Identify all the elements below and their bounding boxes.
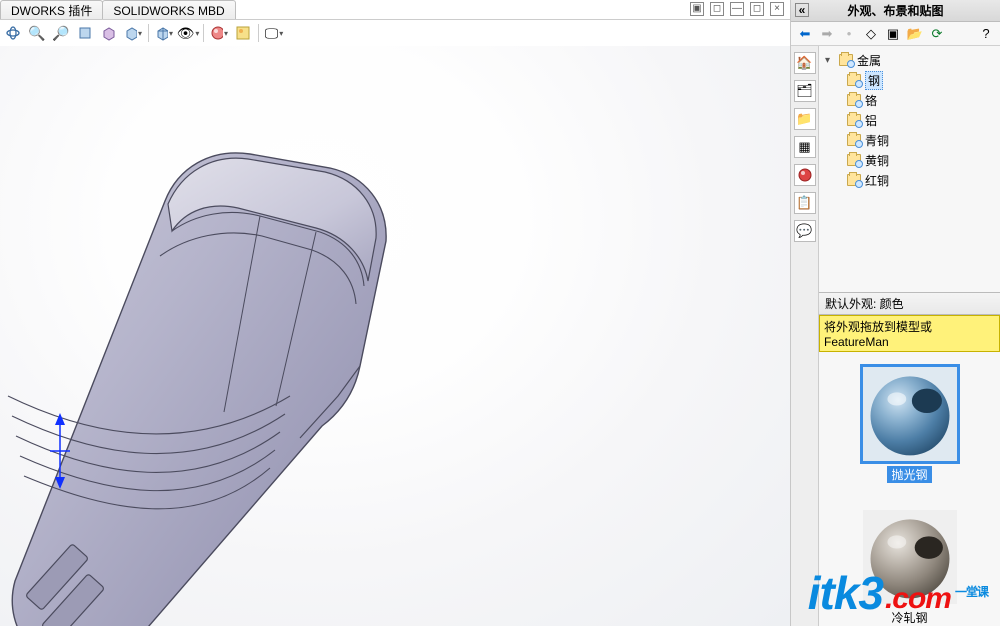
collapse-pane-icon[interactable]: « [795, 3, 809, 17]
nav-back-icon[interactable]: ⬅ [797, 26, 813, 42]
task-pane: « 外观、布景和贴图 ⬅ ➡ • ◇ ▣ 📂 ⟳ ? 🏠 🗂 📁 ▦ 📋 💬 ▾ [790, 0, 1000, 626]
watermark-com: .com [885, 582, 951, 616]
vtab-folder-icon[interactable]: 📁 [794, 108, 816, 130]
separator-icon [258, 24, 259, 42]
tree-label: 铝 [865, 112, 877, 129]
folder-icon [847, 174, 861, 186]
folder-icon [847, 134, 861, 146]
watermark-sub: 一堂课 [955, 583, 988, 600]
gallery-label: 抛光钢 [887, 466, 931, 483]
folder-icon [847, 154, 861, 166]
cube-icon[interactable]: ▣ [885, 26, 901, 42]
window-controls: ▣ ◻ — ◻ × [690, 2, 784, 16]
appearance-tree: ▾ 金属 钢 铬 铝 青铜 [819, 46, 1000, 292]
separator-icon [203, 24, 204, 42]
separator-icon [148, 24, 149, 42]
folder-icon [847, 114, 861, 126]
wc-minimize[interactable]: — [730, 2, 744, 16]
vtab-view-icon[interactable]: ▦ [794, 136, 816, 158]
render-icon[interactable]: 🖵▾ [265, 24, 283, 42]
sphere-icon [863, 364, 957, 464]
folder-open-icon[interactable]: 📂 [907, 26, 923, 42]
tree-item-aluminum[interactable]: 铝 [821, 110, 998, 130]
wc-close[interactable]: × [770, 2, 784, 16]
tab-mbd[interactable]: SOLIDWORKS MBD [102, 0, 235, 19]
tree-label: 钢 [865, 71, 883, 90]
tree-item-steel[interactable]: 钢 [821, 70, 998, 90]
vtab-home-icon[interactable]: 🏠 [794, 52, 816, 74]
tree-item-bronze[interactable]: 青铜 [821, 130, 998, 150]
vtab-library-icon[interactable]: 🗂 [794, 80, 816, 102]
vtab-props-icon[interactable]: 📋 [794, 192, 816, 214]
vtab-appearance-icon[interactable] [794, 164, 816, 186]
hide-show-icon[interactable]: 👁▾ [179, 24, 197, 42]
tree-label: 青铜 [865, 132, 889, 149]
watermark-main: itk3 [808, 566, 883, 620]
tree-label: 铬 [865, 92, 877, 109]
caret-down-icon: ▾ [825, 55, 835, 66]
tree-label: 金属 [857, 52, 881, 69]
scene-icon[interactable] [234, 24, 252, 42]
dimension-marker[interactable] [45, 411, 75, 491]
nav-forward-icon[interactable]: ➡ [819, 26, 835, 42]
gallery-item-polished-steel[interactable]: 抛光钢 [855, 364, 965, 483]
wc-1[interactable]: ▣ [690, 2, 704, 16]
taskpane-title-text: 外观、布景和贴图 [847, 2, 943, 19]
zoom-area-icon[interactable]: 🔎 [52, 24, 70, 42]
taskpane-title: « 外观、布景和贴图 [791, 0, 1000, 22]
wc-2[interactable]: ◻ [710, 2, 724, 16]
tab-plugins[interactable]: DWORKS 插件 [0, 0, 103, 19]
sep-dot-icon: • [841, 26, 857, 42]
wc-maximize[interactable]: ◻ [750, 2, 764, 16]
vtab-forum-icon[interactable]: 💬 [794, 220, 816, 242]
tree-root-metal[interactable]: ▾ 金属 [821, 50, 998, 70]
cube2-icon[interactable] [100, 24, 118, 42]
flag1-icon[interactable]: ◇ [863, 26, 879, 42]
tree-item-chrome[interactable]: 铬 [821, 90, 998, 110]
zoom-icon[interactable]: 🔍 [28, 24, 46, 42]
folder-icon [839, 54, 853, 66]
folder-icon [847, 94, 861, 106]
cube3-icon[interactable]: ▾ [124, 24, 142, 42]
taskpane-vertical-tabs: 🏠 🗂 📁 ▦ 📋 💬 [791, 46, 819, 626]
part-model [0, 86, 480, 626]
watermark: itk3 .com 一堂课 [808, 566, 988, 620]
display-style-icon[interactable]: ▾ [155, 24, 173, 42]
cube1-icon[interactable] [76, 24, 94, 42]
taskpane-toolbar: ⬅ ➡ • ◇ ▣ 📂 ⟳ ? [791, 22, 1000, 46]
refresh-icon[interactable]: ⟳ [929, 26, 945, 42]
help-icon[interactable]: ? [978, 26, 994, 42]
model-viewport[interactable] [0, 46, 790, 626]
tree-label: 红铜 [865, 172, 889, 189]
tree-label: 黄铜 [865, 152, 889, 169]
tree-item-brass[interactable]: 黄铜 [821, 150, 998, 170]
default-appearance-bar: 默认外观: 颜色 [819, 292, 1000, 315]
drag-hint: 将外观拖放到模型或 FeatureMan [819, 315, 1000, 352]
folder-icon [847, 74, 861, 86]
orbit-icon[interactable] [4, 24, 22, 42]
appearance-icon[interactable]: ▾ [210, 24, 228, 42]
tree-item-copper[interactable]: 红铜 [821, 170, 998, 190]
